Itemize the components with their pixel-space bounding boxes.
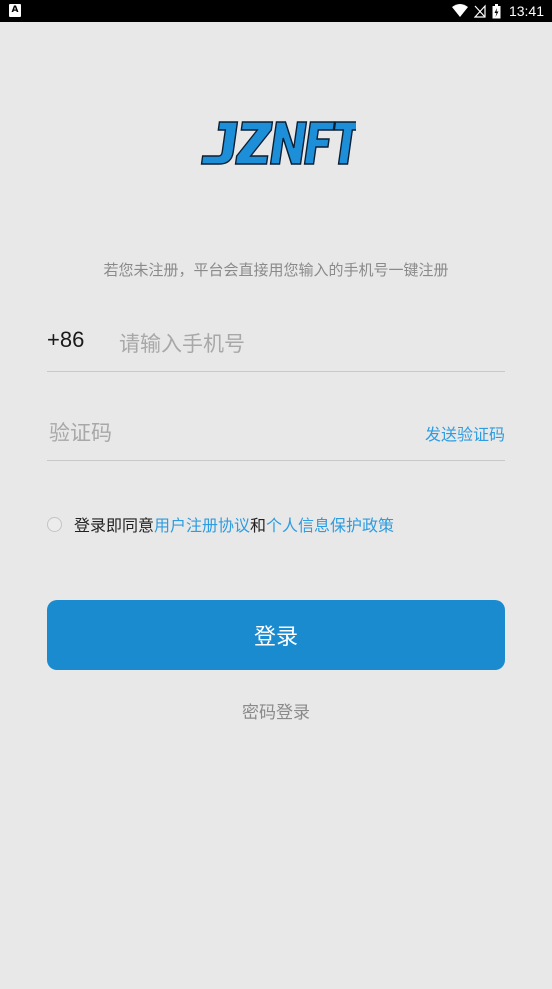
status-bar: A 13:41 — [0, 0, 552, 22]
wifi-icon — [451, 4, 468, 17]
status-time: 13:41 — [508, 3, 544, 19]
send-code-button[interactable]: 发送验证码 — [425, 421, 505, 445]
agreement-prefix: 登录即同意 — [74, 516, 155, 535]
battery-charging-icon — [492, 3, 501, 18]
status-icons: 13:41 — [451, 0, 544, 22]
privacy-policy-link[interactable]: 个人信息保护政策 — [266, 512, 394, 536]
user-agreement-link[interactable]: 用户注册协议 — [154, 512, 250, 536]
app-notification-icon: A — [9, 4, 21, 17]
password-login-link[interactable]: 密码登录 — [242, 703, 310, 723]
phone-row: +86 — [47, 319, 505, 372]
agreement-checkbox[interactable] — [47, 516, 62, 532]
login-button[interactable]: 登录 — [47, 600, 505, 670]
jznft-logo — [196, 118, 363, 172]
password-login-row: 密码登录 — [0, 698, 552, 723]
registration-notice: 若您未注册，平台会直接用您输入的手机号一键注册 — [103, 261, 449, 279]
phone-input[interactable] — [117, 325, 501, 363]
code-row: 发送验证码 — [47, 408, 505, 461]
agreement-row: 登录即同意 用户注册协议 和 个人信息保护政策 — [47, 512, 394, 536]
no-signal-icon — [473, 4, 486, 18]
verification-code-input[interactable] — [47, 414, 351, 452]
agreement-and: 和 — [250, 516, 267, 535]
country-code: +86 — [47, 327, 85, 352]
